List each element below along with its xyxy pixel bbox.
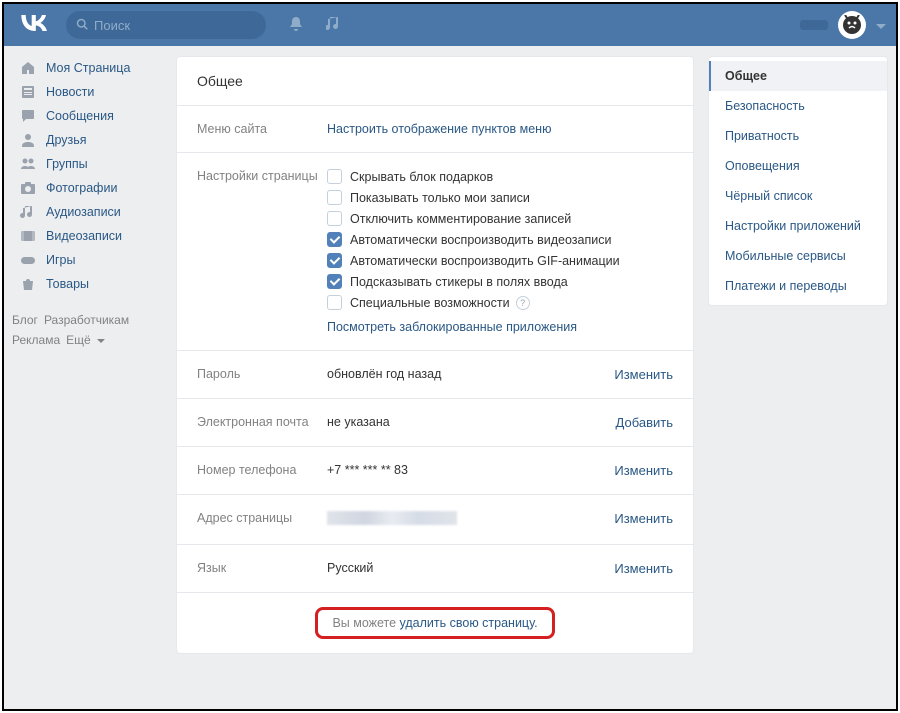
- nav-my-page[interactable]: Моя Страница: [12, 56, 162, 80]
- password-change-link[interactable]: Изменить: [614, 367, 673, 382]
- option-label: Подсказывать стикеры в полях ввода: [350, 275, 568, 289]
- email-value: не указана: [327, 415, 616, 430]
- footer-blog[interactable]: Блог: [12, 313, 38, 327]
- option-label: Специальные возможности: [350, 296, 510, 310]
- option-label: Показывать только мои записи: [350, 191, 530, 205]
- checkbox[interactable]: [327, 190, 342, 205]
- checkbox[interactable]: [327, 295, 342, 310]
- phone-label: Номер телефона: [197, 463, 327, 478]
- video-icon: [18, 228, 38, 244]
- footer-more[interactable]: Ещё: [66, 333, 91, 347]
- password-value: обновлён год назад: [327, 367, 614, 382]
- language-change-link[interactable]: Изменить: [614, 561, 673, 576]
- footer-links: Блог Разработчикам Реклама Ещё: [12, 310, 162, 351]
- language-value: Русский: [327, 561, 614, 576]
- friends-icon: [18, 132, 38, 148]
- nav-messages[interactable]: Сообщения: [12, 104, 162, 128]
- page-setting-option[interactable]: Скрывать блок подарков: [327, 169, 673, 184]
- language-label: Язык: [197, 561, 327, 576]
- delete-account-section: Вы можете удалить свою страницу.: [177, 593, 693, 653]
- nav-news[interactable]: Новости: [12, 80, 162, 104]
- option-label: Автоматически воспроизводить GIF-анимаци…: [350, 254, 620, 268]
- checkbox[interactable]: [327, 232, 342, 247]
- home-icon: [18, 60, 38, 76]
- site-menu-configure-link[interactable]: Настроить отображение пунктов меню: [327, 122, 551, 136]
- phone-value: +7 *** *** ** 83: [327, 463, 614, 478]
- user-name[interactable]: [800, 20, 828, 30]
- page-setting-option[interactable]: Автоматически воспроизводить GIF-анимаци…: [327, 253, 673, 268]
- page-setting-option[interactable]: Отключить комментирование записей: [327, 211, 673, 226]
- vk-logo[interactable]: [14, 14, 66, 37]
- nav-audio[interactable]: Аудиозаписи: [12, 200, 162, 224]
- news-icon: [18, 84, 38, 100]
- settings-nav-blacklist[interactable]: Чёрный список: [709, 181, 887, 211]
- search-icon: [76, 18, 88, 33]
- camera-icon: [18, 180, 38, 196]
- search-input[interactable]: Поиск: [66, 11, 266, 39]
- settings-nav-apps[interactable]: Настройки приложений: [709, 211, 887, 241]
- chevron-down-icon[interactable]: [876, 18, 886, 33]
- settings-nav-payments[interactable]: Платежи и переводы: [709, 271, 887, 301]
- settings-nav-security[interactable]: Безопасность: [709, 91, 887, 121]
- nav-groups[interactable]: Группы: [12, 152, 162, 176]
- delete-prefix: Вы можете: [332, 616, 399, 630]
- email-label: Электронная почта: [197, 415, 327, 430]
- message-icon: [18, 108, 38, 124]
- email-add-link[interactable]: Добавить: [616, 415, 673, 430]
- chevron-down-icon: [97, 339, 105, 344]
- phone-change-link[interactable]: Изменить: [614, 463, 673, 478]
- blocked-apps-link[interactable]: Посмотреть заблокированные приложения: [327, 320, 577, 334]
- groups-icon: [18, 156, 38, 172]
- top-bar: Поиск: [4, 4, 896, 46]
- nav-video[interactable]: Видеозаписи: [12, 224, 162, 248]
- password-label: Пароль: [197, 367, 327, 382]
- help-icon[interactable]: ?: [516, 296, 530, 310]
- checkbox[interactable]: [327, 211, 342, 226]
- footer-ads[interactable]: Реклама: [12, 333, 60, 347]
- page-setting-option[interactable]: Специальные возможности?: [327, 295, 673, 310]
- settings-nav-privacy[interactable]: Приватность: [709, 121, 887, 151]
- site-menu-label: Меню сайта: [197, 122, 327, 136]
- left-sidebar: Моя Страница Новости Сообщения Друзья Гр…: [12, 56, 162, 654]
- checkbox[interactable]: [327, 169, 342, 184]
- market-icon: [18, 276, 38, 292]
- settings-panel: Общее Меню сайта Настроить отображение п…: [176, 56, 694, 654]
- page-settings-label: Настройки страницы: [197, 169, 327, 334]
- checkbox[interactable]: [327, 274, 342, 289]
- address-value-blurred: [327, 511, 457, 525]
- audio-icon: [18, 204, 38, 220]
- music-icon[interactable]: [326, 16, 340, 35]
- option-label: Скрывать блок подарков: [350, 170, 493, 184]
- address-change-link[interactable]: Изменить: [614, 511, 673, 526]
- avatar[interactable]: [838, 11, 866, 39]
- address-label: Адрес страницы: [197, 511, 327, 528]
- nav-photos[interactable]: Фотографии: [12, 176, 162, 200]
- nav-market[interactable]: Товары: [12, 272, 162, 296]
- option-label: Автоматически воспроизводить видеозаписи: [350, 233, 611, 247]
- gamepad-icon: [18, 252, 38, 268]
- nav-friends[interactable]: Друзья: [12, 128, 162, 152]
- nav-games[interactable]: Игры: [12, 248, 162, 272]
- option-label: Отключить комментирование записей: [350, 212, 571, 226]
- footer-dev[interactable]: Разработчикам: [44, 313, 129, 327]
- checkbox[interactable]: [327, 253, 342, 268]
- page-setting-option[interactable]: Показывать только мои записи: [327, 190, 673, 205]
- delete-page-link[interactable]: удалить свою страницу.: [400, 616, 538, 630]
- page-setting-option[interactable]: Автоматически воспроизводить видеозаписи: [327, 232, 673, 247]
- settings-nav: Общее Безопасность Приватность Оповещени…: [708, 56, 888, 306]
- page-title: Общее: [177, 57, 693, 106]
- settings-nav-general[interactable]: Общее: [709, 61, 887, 91]
- bell-icon[interactable]: [288, 16, 304, 35]
- settings-nav-mobile[interactable]: Мобильные сервисы: [709, 241, 887, 271]
- settings-nav-notifications[interactable]: Оповещения: [709, 151, 887, 181]
- search-placeholder: Поиск: [94, 18, 130, 33]
- page-setting-option[interactable]: Подсказывать стикеры в полях ввода: [327, 274, 673, 289]
